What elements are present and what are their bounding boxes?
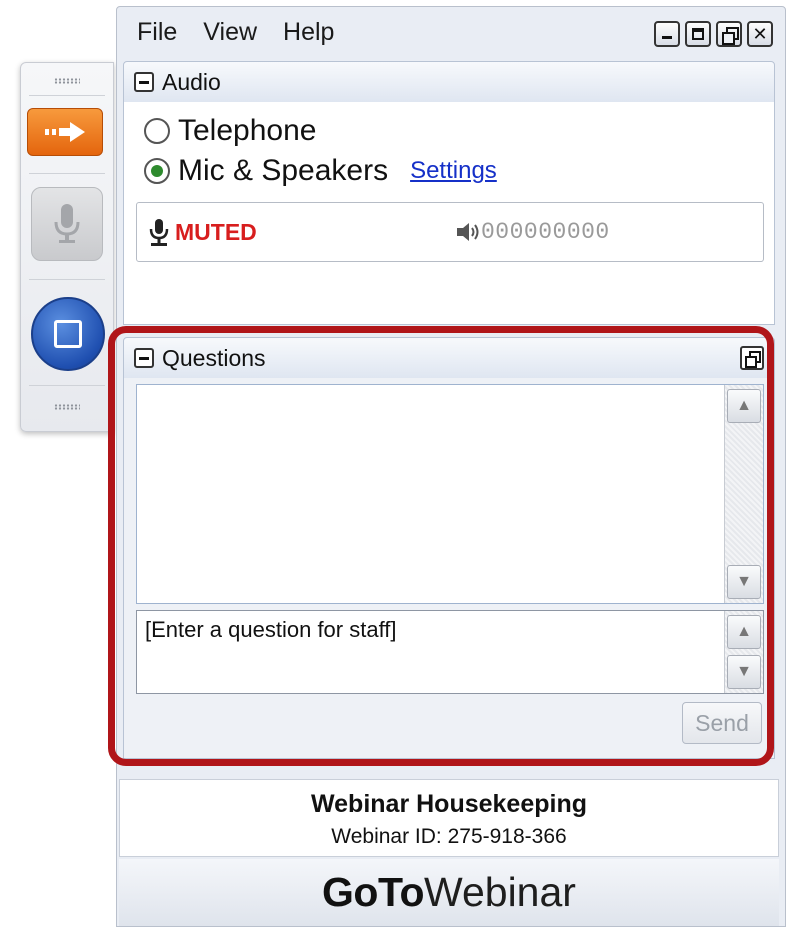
control-panel-window: File View Help ✕ Audio Telephone Mic & S… — [116, 6, 786, 927]
questions-panel: ▲ ▼ ▲ ▼ Send — [123, 378, 775, 759]
telephone-radio[interactable] — [144, 118, 170, 144]
menu-file[interactable]: File — [137, 18, 177, 47]
questions-panel-title: Questions — [162, 344, 266, 371]
brand-logo-bold: GoTo — [322, 869, 425, 915]
menu-view[interactable]: View — [203, 18, 257, 47]
audio-panel-title: Audio — [162, 68, 221, 95]
audio-panel: Telephone Mic & Speakers Settings MUTED … — [123, 102, 775, 325]
webinar-id: Webinar ID: 275-918-366 — [331, 825, 567, 848]
question-input-scrollbar[interactable]: ▲ ▼ — [724, 611, 763, 693]
mic-speakers-label: Mic & Speakers — [178, 154, 389, 187]
scroll-down-button[interactable]: ▼ — [727, 565, 761, 599]
webinar-title: Webinar Housekeeping — [311, 790, 587, 818]
popout-button[interactable] — [740, 346, 764, 370]
minimize-button[interactable] — [654, 21, 680, 47]
brand-logo: GoTo Webinar — [119, 859, 779, 926]
menu-help[interactable]: Help — [283, 18, 334, 47]
speaker-icon — [457, 222, 479, 241]
webinar-info: Webinar Housekeeping Webinar ID: 275-918… — [119, 779, 779, 857]
collapse-questions-button[interactable] — [134, 348, 154, 368]
arrow-right-icon — [45, 122, 85, 142]
telephone-option[interactable]: Telephone — [144, 114, 316, 148]
send-button[interactable]: Send — [682, 702, 762, 744]
microphone-icon — [54, 204, 80, 243]
scroll-up-button[interactable]: ▲ — [727, 389, 761, 423]
question-input-box: ▲ ▼ — [136, 610, 764, 694]
show-hide-panel-button[interactable] — [27, 108, 103, 156]
microphone-icon — [149, 219, 169, 246]
close-button[interactable]: ✕ — [747, 21, 773, 47]
questions-log-scrollbar[interactable]: ▲ ▼ — [724, 385, 763, 603]
questions-log: ▲ ▼ — [136, 384, 764, 604]
divider — [29, 279, 105, 280]
mic-speakers-option[interactable]: Mic & Speakers Settings — [144, 154, 497, 188]
scroll-down-button[interactable]: ▼ — [727, 655, 761, 689]
divider — [29, 385, 105, 386]
screen-share-icon — [54, 320, 82, 348]
questions-panel-header: Questions — [123, 337, 775, 379]
window-controls: ✕ — [654, 21, 773, 47]
maximize-button[interactable] — [685, 21, 711, 47]
telephone-label: Telephone — [178, 114, 317, 147]
menu-bar: File View Help ✕ — [117, 7, 785, 57]
audio-level-meter: 000000000 — [455, 219, 610, 245]
settings-link[interactable]: Settings — [410, 157, 497, 185]
mic-speakers-radio[interactable] — [144, 158, 170, 184]
restore-button[interactable] — [716, 21, 742, 47]
audio-status-bar: MUTED 000000000 — [136, 202, 764, 262]
audio-panel-header: Audio — [123, 61, 775, 103]
muted-status: MUTED — [175, 218, 257, 245]
control-grab-tab — [20, 62, 114, 432]
audio-level-value: 000000000 — [481, 219, 610, 245]
grab-handle-bottom[interactable] — [21, 393, 113, 421]
grab-handle-top[interactable] — [21, 67, 113, 95]
scroll-up-button[interactable]: ▲ — [727, 615, 761, 649]
screen-share-button[interactable] — [31, 297, 105, 371]
brand-logo-light: Webinar — [424, 869, 576, 915]
divider — [29, 95, 105, 96]
microphone-button[interactable] — [31, 187, 103, 261]
question-input[interactable] — [137, 611, 723, 693]
collapse-audio-button[interactable] — [134, 72, 154, 92]
divider — [29, 173, 105, 174]
